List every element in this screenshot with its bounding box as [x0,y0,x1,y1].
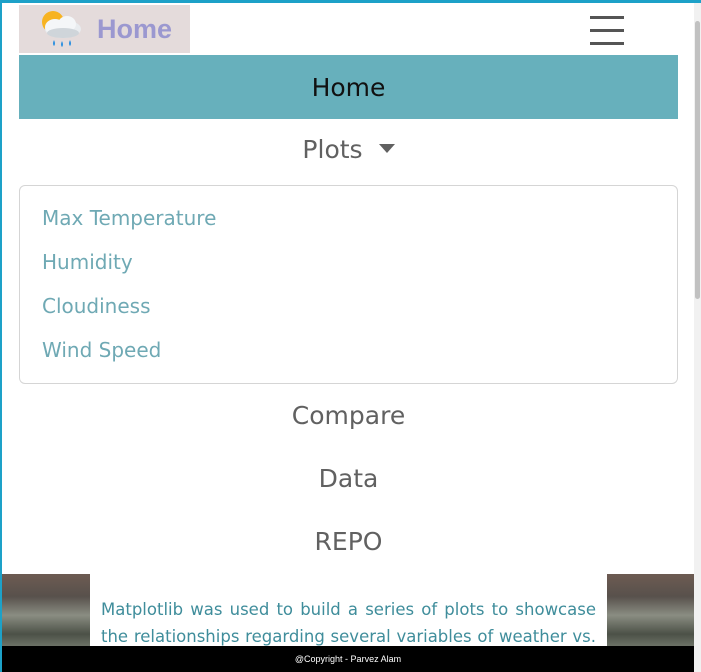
dropdown-item-wind-speed[interactable]: Wind Speed [42,338,161,362]
copyright-text: @Copyright - Parvez Alam [294,654,402,664]
dropdown-item-max-temperature[interactable]: Max Temperature [42,206,216,230]
nav-item-compare[interactable]: Compare [19,401,678,430]
navbar-brand[interactable]: Home [19,5,190,53]
background-photo-right [607,574,694,649]
plots-dropdown-menu: Max Temperature Humidity Cloudiness Wind… [19,185,678,384]
nav-item-repo[interactable]: REPO [19,527,678,556]
dropdown-item-humidity[interactable]: Humidity [42,250,133,274]
weather-cloud-rain-icon [42,11,81,47]
page-scrollbar[interactable] [694,3,701,672]
background-photo-left [2,574,90,649]
caret-down-icon [378,143,395,153]
nav-item-home[interactable]: Home [19,55,678,119]
menu-toggle-button[interactable] [582,14,632,50]
hamburger-bar [590,42,624,45]
nav-item-plots-label: Plots [302,135,363,164]
scrollbar-thumb[interactable] [695,21,700,299]
footer: @Copyright - Parvez Alam [2,646,694,672]
page: Home Home Plots Max Temperature Humidity… [2,3,694,672]
nav-item-plots[interactable]: Plots [19,135,678,164]
hamburger-bar [590,29,624,32]
brand-title: Home [97,13,173,44]
hamburger-bar [590,16,624,19]
dropdown-item-cloudiness[interactable]: Cloudiness [42,294,151,318]
nav-item-data[interactable]: Data [19,464,678,493]
